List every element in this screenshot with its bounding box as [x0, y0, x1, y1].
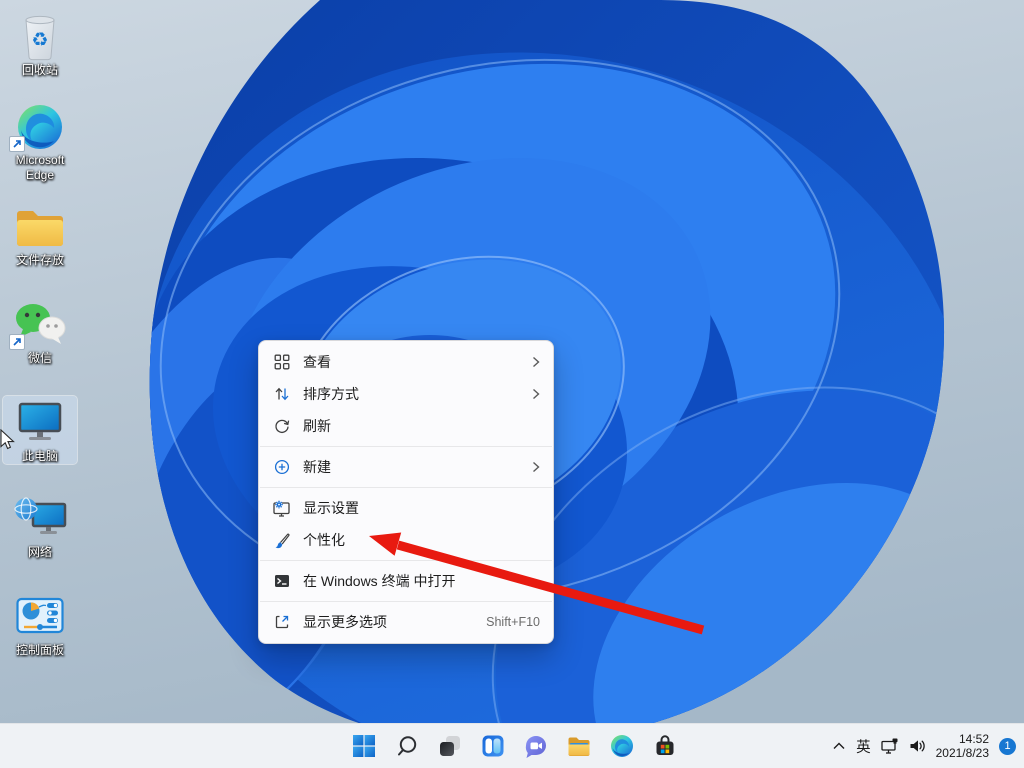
menu-item-sort-by[interactable]: 排序方式	[259, 378, 553, 410]
desktop-icon-network[interactable]: 网络	[3, 492, 77, 560]
file-explorer-button[interactable]	[559, 726, 599, 766]
tray-network[interactable]	[881, 738, 899, 754]
menu-divider	[260, 601, 552, 602]
menu-item-label: 刷新	[303, 416, 540, 436]
menu-item-open-in-terminal[interactable]: 在 Windows 终端 中打开	[259, 565, 553, 597]
menu-item-new[interactable]: 新建	[259, 451, 553, 483]
task-view-button[interactable]	[430, 726, 470, 766]
file-explorer-icon	[567, 734, 591, 758]
menu-divider	[260, 446, 552, 447]
refresh-icon	[273, 417, 291, 435]
recycle-bin-icon: ♻	[3, 12, 77, 62]
view-grid-icon	[273, 353, 291, 371]
menu-item-label: 显示设置	[303, 498, 540, 518]
desktop-icon-wechat[interactable]: 微信	[3, 298, 77, 366]
context-menu: 查看 排序方式 刷新	[258, 340, 554, 644]
menu-item-label: 排序方式	[303, 384, 520, 404]
tray-volume[interactable]	[909, 738, 926, 754]
menu-item-shortcut: Shift+F10	[486, 615, 540, 629]
network-icon	[3, 494, 77, 544]
chevron-up-icon	[832, 739, 846, 753]
desktop-icon-recycle-bin[interactable]: ♻ 回收站	[3, 10, 77, 78]
clock-date: 2021/8/23	[936, 746, 989, 760]
menu-item-label: 查看	[303, 352, 520, 372]
icon-label: 控制面板	[3, 643, 77, 658]
edge-button[interactable]	[602, 726, 642, 766]
tray-chevron-up[interactable]	[832, 739, 846, 753]
edge-icon	[3, 102, 77, 152]
system-tray: 英 14:52 2021/8/23	[832, 724, 1016, 768]
search-icon	[395, 734, 419, 758]
menu-item-display-settings[interactable]: 显示设置	[259, 492, 553, 524]
chat-button[interactable]	[516, 726, 556, 766]
start-button[interactable]	[344, 726, 384, 766]
menu-item-label: 显示更多选项	[303, 612, 474, 632]
chat-icon	[524, 734, 548, 758]
menu-item-show-more-options[interactable]: 显示更多选项 Shift+F10	[259, 606, 553, 638]
menu-item-refresh[interactable]: 刷新	[259, 410, 553, 442]
volume-icon	[909, 738, 926, 754]
search-button[interactable]	[387, 726, 427, 766]
folder-icon	[3, 202, 77, 252]
shortcut-arrow-icon	[9, 334, 25, 350]
chevron-right-icon	[532, 356, 540, 368]
menu-item-view[interactable]: 查看	[259, 346, 553, 378]
icon-label: Microsoft Edge	[3, 153, 77, 183]
control-panel-icon	[3, 592, 77, 642]
menu-item-label: 新建	[303, 457, 520, 477]
taskbar: 英 14:52 2021/8/23	[0, 723, 1024, 768]
store-icon	[653, 734, 677, 758]
ime-indicator[interactable]: 英	[856, 736, 871, 757]
sort-icon	[273, 385, 291, 403]
desktop-icon-microsoft-edge[interactable]: Microsoft Edge	[3, 100, 77, 183]
task-view-icon	[438, 734, 462, 758]
wechat-icon	[3, 300, 77, 350]
icon-label: 微信	[3, 351, 77, 366]
shortcut-arrow-icon	[9, 136, 25, 152]
menu-item-label: 个性化	[303, 530, 540, 550]
store-button[interactable]	[645, 726, 685, 766]
edge-icon	[610, 734, 634, 758]
icon-label: 文件存放	[3, 253, 77, 268]
display-settings-icon	[273, 499, 291, 517]
terminal-icon	[273, 572, 291, 590]
menu-divider	[260, 560, 552, 561]
menu-item-personalize[interactable]: 个性化	[259, 524, 553, 556]
expand-icon	[273, 613, 291, 631]
desktop: ♻ 回收站 Microsoft Edge	[0, 0, 1024, 768]
chevron-right-icon	[532, 388, 540, 400]
icon-label: 此电脑	[3, 449, 77, 464]
taskbar-center-buttons	[344, 726, 685, 766]
icon-label: 回收站	[3, 63, 77, 78]
menu-item-label: 在 Windows 终端 中打开	[303, 571, 540, 591]
widgets-button[interactable]	[473, 726, 513, 766]
icon-label: 网络	[3, 545, 77, 560]
new-plus-icon	[273, 458, 291, 476]
tray-clock[interactable]: 14:52 2021/8/23	[936, 732, 989, 760]
svg-text:♻: ♻	[31, 30, 48, 51]
widgets-icon	[481, 734, 505, 758]
mouse-cursor	[0, 429, 16, 451]
network-ethernet-icon	[881, 738, 899, 754]
desktop-icon-files-folder[interactable]: 文件存放	[3, 200, 77, 268]
personalize-icon	[273, 531, 291, 549]
windows-logo-icon	[352, 734, 376, 758]
clock-time: 14:52	[936, 732, 989, 746]
desktop-icon-control-panel[interactable]: 控制面板	[3, 590, 77, 658]
chevron-right-icon	[532, 461, 540, 473]
notification-badge[interactable]: 1	[999, 738, 1016, 755]
menu-divider	[260, 487, 552, 488]
